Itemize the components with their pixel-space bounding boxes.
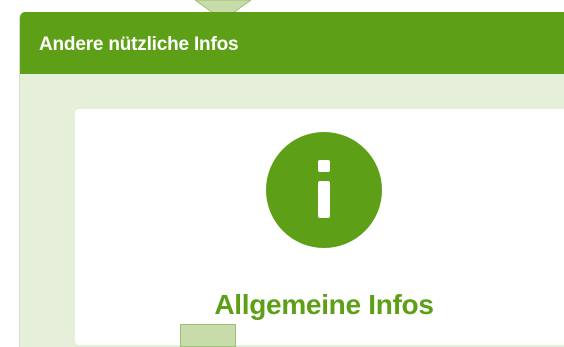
card-title: Allgemeine Infos <box>214 289 434 320</box>
panel-header: Andere nützliche Infos <box>20 12 564 74</box>
info-icon-bar <box>318 181 330 218</box>
panel-title: Andere nützliche Infos <box>39 34 239 55</box>
flow-connector-bottom <box>180 324 236 347</box>
info-icon-dot <box>318 160 330 172</box>
useful-info-panel: Andere nützliche Infos Allgemeine Infos <box>19 12 564 347</box>
general-info-card[interactable]: Allgemeine Infos <box>75 109 564 345</box>
info-icon <box>266 132 382 248</box>
